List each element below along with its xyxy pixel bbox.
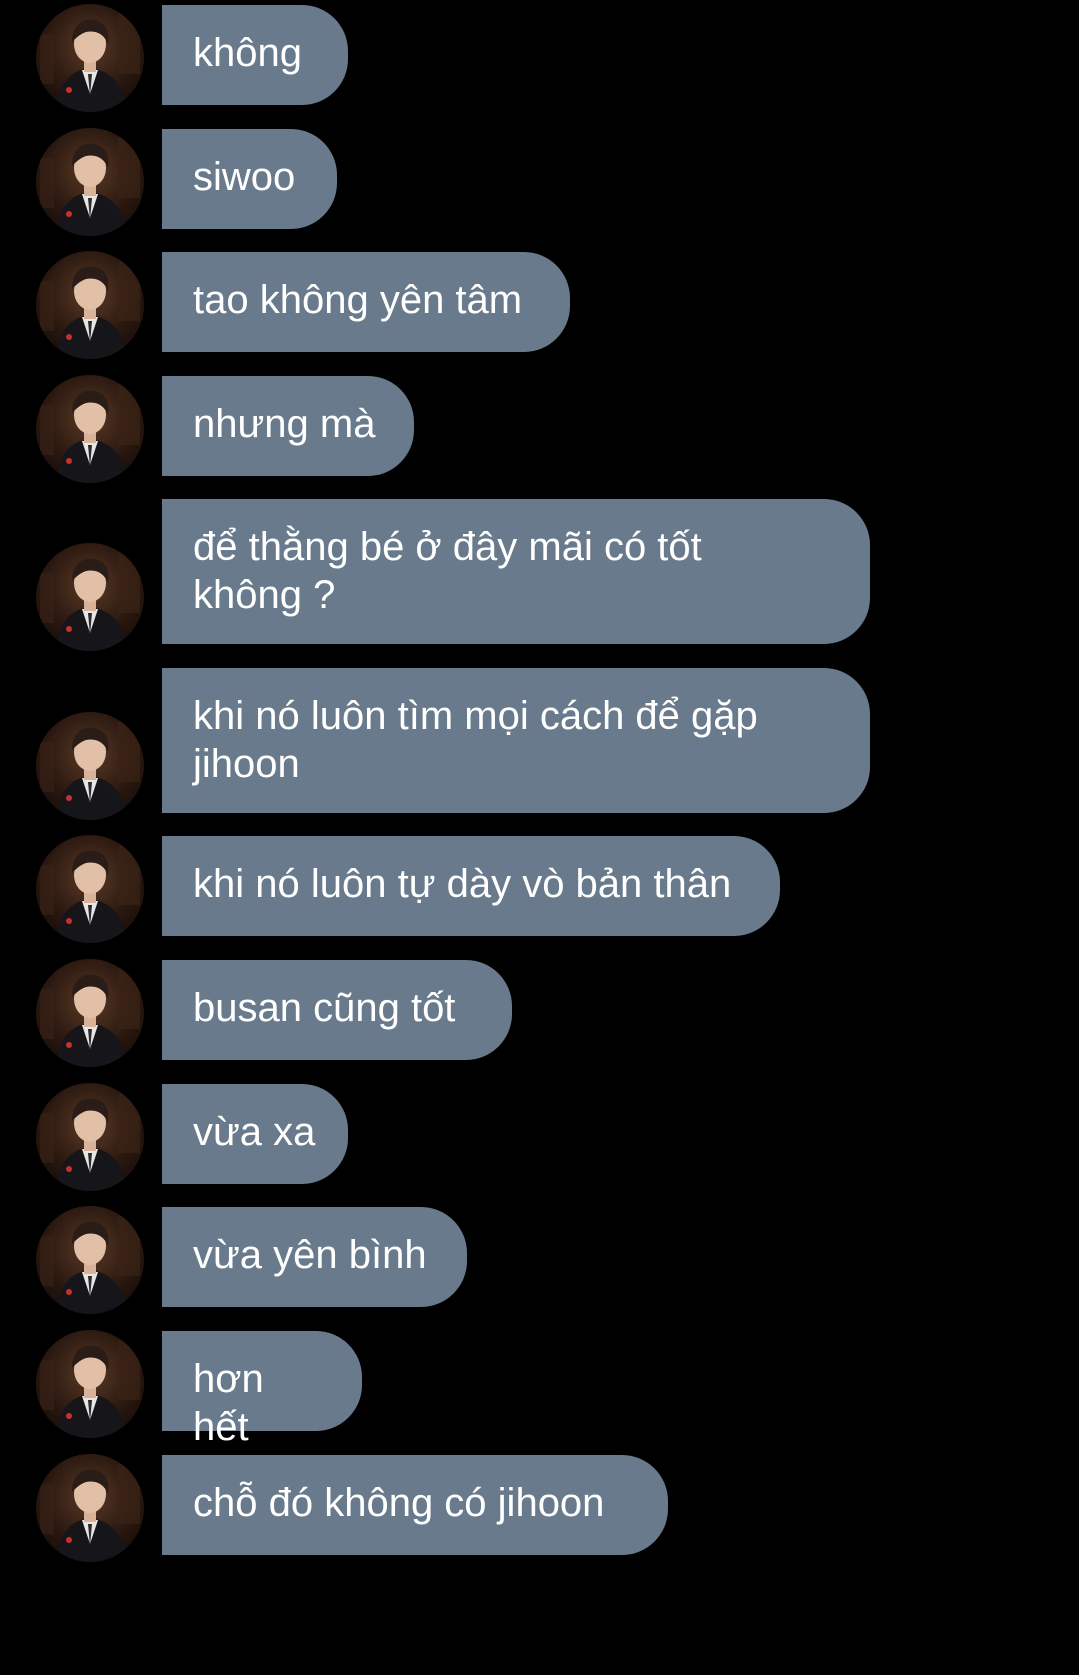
message-bubble[interactable]: tao không yên tâm [162, 252, 570, 352]
sender-avatar[interactable] [36, 959, 144, 1067]
chat-thread: không siwoo tao không yên tâm nhưng mà đ… [0, 0, 1079, 1675]
avatar-photo-icon [36, 4, 144, 112]
message-bubble[interactable]: khi nó luôn tự dày vò bản thân [162, 836, 780, 936]
message-bubble[interactable]: chỗ đó không có jihoon [162, 1455, 668, 1555]
message-bubble[interactable]: vừa xa [162, 1084, 348, 1184]
sender-avatar[interactable] [36, 251, 144, 359]
sender-avatar[interactable] [36, 4, 144, 112]
message-bubble[interactable]: hơn hết [162, 1331, 362, 1449]
avatar-photo-icon [36, 1083, 144, 1191]
sender-avatar[interactable] [36, 375, 144, 483]
sender-avatar[interactable] [36, 712, 144, 820]
sender-avatar[interactable] [36, 835, 144, 943]
message-bubble[interactable]: để thằng bé ở đây mãi có tốt không ? [162, 499, 870, 644]
avatar-photo-icon [36, 1206, 144, 1314]
avatar-photo-icon [36, 712, 144, 820]
avatar-photo-icon [36, 543, 144, 651]
sender-avatar[interactable] [36, 1206, 144, 1314]
message-bubble[interactable]: busan cũng tốt [162, 960, 512, 1060]
avatar-photo-icon [36, 959, 144, 1067]
message-bubble[interactable]: nhưng mà [162, 376, 414, 476]
avatar-photo-icon [36, 1330, 144, 1438]
message-bubble[interactable]: khi nó luôn tìm mọi cách để gặp jihoon [162, 668, 870, 813]
avatar-photo-icon [36, 375, 144, 483]
avatar-photo-icon [36, 1454, 144, 1562]
sender-avatar[interactable] [36, 1330, 144, 1438]
avatar-photo-icon [36, 251, 144, 359]
message-bubble[interactable]: vừa yên bình [162, 1207, 467, 1307]
message-bubble[interactable]: siwoo [162, 129, 337, 229]
message-bubble[interactable]: không [162, 5, 348, 105]
avatar-photo-icon [36, 128, 144, 236]
sender-avatar[interactable] [36, 1083, 144, 1191]
sender-avatar[interactable] [36, 1454, 144, 1562]
avatar-photo-icon [36, 835, 144, 943]
sender-avatar[interactable] [36, 128, 144, 236]
sender-avatar[interactable] [36, 543, 144, 651]
